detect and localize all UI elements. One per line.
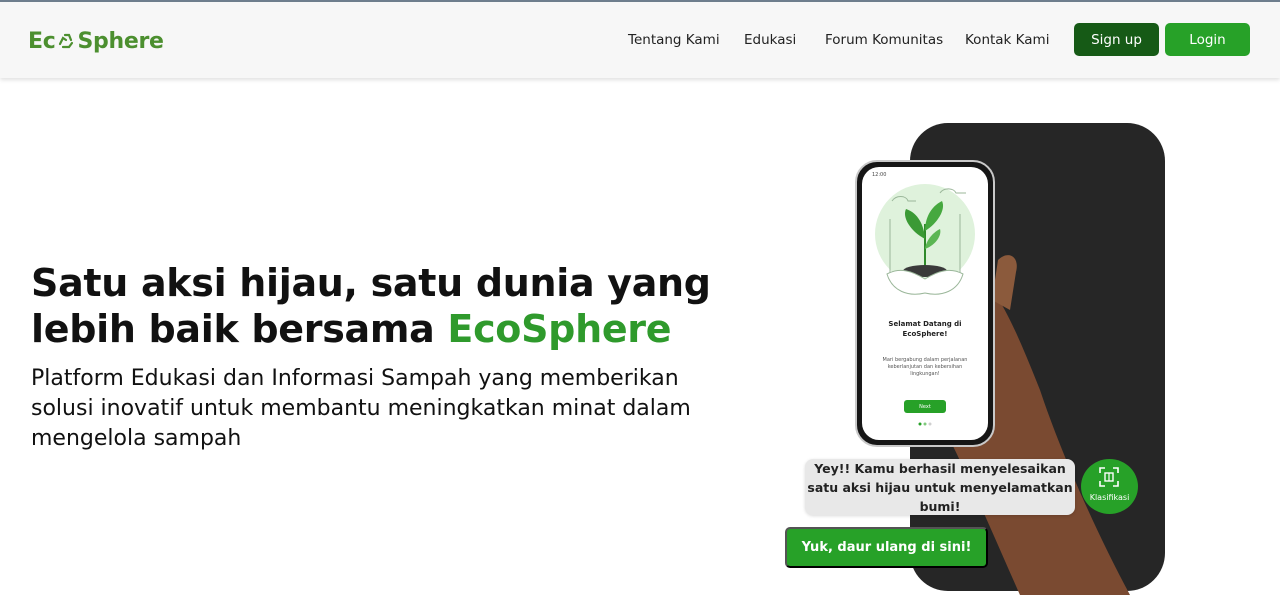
- signup-button[interactable]: Sign up: [1074, 23, 1159, 56]
- scan-icon: [1099, 467, 1119, 487]
- phone-screen: 12:00 Selamat Datang di EcoSphere! Mari …: [862, 167, 988, 440]
- plant-illustration: [875, 184, 975, 295]
- phone-welcome-text: Mari bergabung dalam perjalanan keberlan…: [882, 357, 968, 377]
- phone-status-time: 12:00: [872, 172, 887, 178]
- navbar: Ec Sphere Tentang Kami Edukasi Forum Kom…: [0, 2, 1280, 78]
- logo[interactable]: Ec Sphere: [28, 26, 164, 56]
- nav-link-kontak-kami[interactable]: Kontak Kami: [965, 32, 1049, 48]
- nav-link-forum-komunitas[interactable]: Forum Komunitas: [825, 32, 943, 48]
- phone-mockup: 12:00 Selamat Datang di EcoSphere! Mari …: [855, 160, 995, 447]
- hero-headline-brand: EcoSphere: [447, 307, 672, 351]
- phone-pagination-dots: [918, 422, 932, 426]
- klasifikasi-button[interactable]: Klasifikasi: [1081, 459, 1138, 514]
- recycle-cta-button[interactable]: Yuk, daur ulang di sini!: [785, 527, 988, 568]
- recycle-icon: [59, 33, 74, 49]
- phone-next-button: Next: [904, 400, 946, 413]
- hero-subheadline: Platform Edukasi dan Informasi Sampah ya…: [31, 366, 691, 451]
- hero-headline: Satu aksi hijau, satu dunia yang lebih b…: [31, 260, 751, 352]
- nav-link-tentang-kami[interactable]: Tentang Kami: [628, 32, 720, 48]
- klasifikasi-label: Klasifikasi: [1089, 493, 1130, 502]
- login-button[interactable]: Login: [1165, 23, 1250, 56]
- phone-welcome-title: Selamat Datang di EcoSphere!: [888, 320, 962, 338]
- nav-link-edukasi[interactable]: Edukasi: [744, 32, 796, 48]
- logo-text-left: Ec: [28, 28, 56, 54]
- success-message-bubble: Yey!! Kamu berhasil menyelesaikan satu a…: [805, 459, 1075, 515]
- logo-text-right: Sphere: [77, 28, 164, 54]
